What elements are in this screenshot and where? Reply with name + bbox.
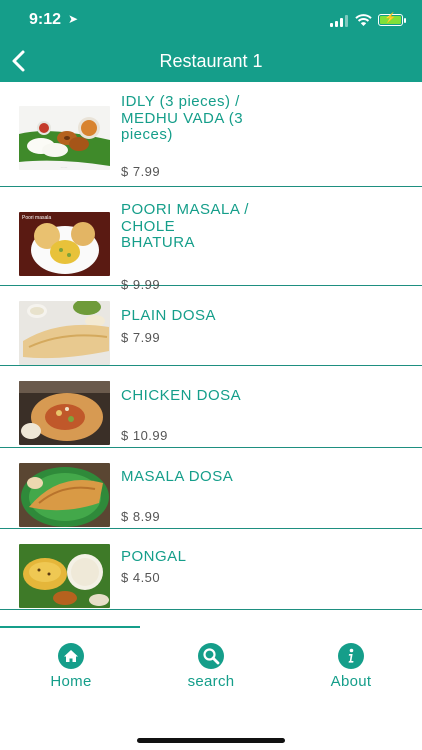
item-price: $ 8.99 [121,509,161,524]
chicken-dosa-image [19,381,110,445]
signal-icon [330,15,348,27]
item-name: IDLY (3 pieces) / MEDHU VADA (3 pieces) [121,93,244,143]
tab-home-label: Home [50,673,92,690]
tab-home[interactable]: Home [11,643,131,699]
tab-search-label: search [187,673,235,690]
navigation-bar: Restaurant 1 [0,42,422,82]
item-price: $ 4.50 [121,570,161,585]
menu-item[interactable]: PLAIN DOSA $ 7.99 [0,287,422,366]
item-price: $ 10.99 [121,428,168,443]
battery-icon: ⚡ [378,13,403,26]
menu-item[interactable]: CHICKEN DOSA $ 10.99 [0,367,422,448]
status-time: 9:12 [29,11,62,28]
masala-dosa-image [19,463,110,527]
item-price: $ 7.99 [121,330,161,345]
item-name: PONGAL [121,548,187,565]
tab-about-label: About [330,673,372,690]
image-caption: Poori masala [22,215,51,221]
plain-dosa-image [19,301,110,365]
menu-item[interactable]: PONGAL $ 4.50 [0,530,422,610]
home-icon [58,643,84,669]
item-name: CHICKEN DOSA [121,387,242,404]
active-tab-indicator [0,626,140,628]
location-arrow-icon: ➤ [68,12,79,26]
idly-vada-image: ........ [19,106,110,170]
page-title: Restaurant 1 [159,51,263,71]
svg-text:........: ........ [61,165,68,169]
search-icon [198,643,224,669]
battery-tip [404,18,406,23]
status-bar: 9:12 ➤ ⚡ [0,0,422,42]
info-icon [338,643,364,669]
tab-search[interactable]: search [151,643,271,699]
item-name: MASALA DOSA [121,468,234,485]
wifi-icon [355,14,372,26]
menu-item[interactable]: MASALA DOSA $ 8.99 [0,449,422,529]
item-name: PLAIN DOSA [121,307,217,324]
home-indicator [137,738,285,743]
tab-about[interactable]: About [291,643,411,699]
menu-list[interactable]: ........ IDLY (3 pieces) / MEDHU VADA (3… [0,82,422,610]
pongal-image [19,544,110,608]
menu-item[interactable]: ........ IDLY (3 pieces) / MEDHU VADA (3… [0,82,422,187]
item-name: POORI MASALA / CHOLE BHATURA [121,201,249,251]
item-price: $ 7.99 [121,164,161,179]
menu-item[interactable]: Poori masala POORI MASALA / CHOLE BHATUR… [0,188,422,292]
tab-bar: Home search About [0,625,422,750]
poori-masala-image: Poori masala [19,212,110,276]
